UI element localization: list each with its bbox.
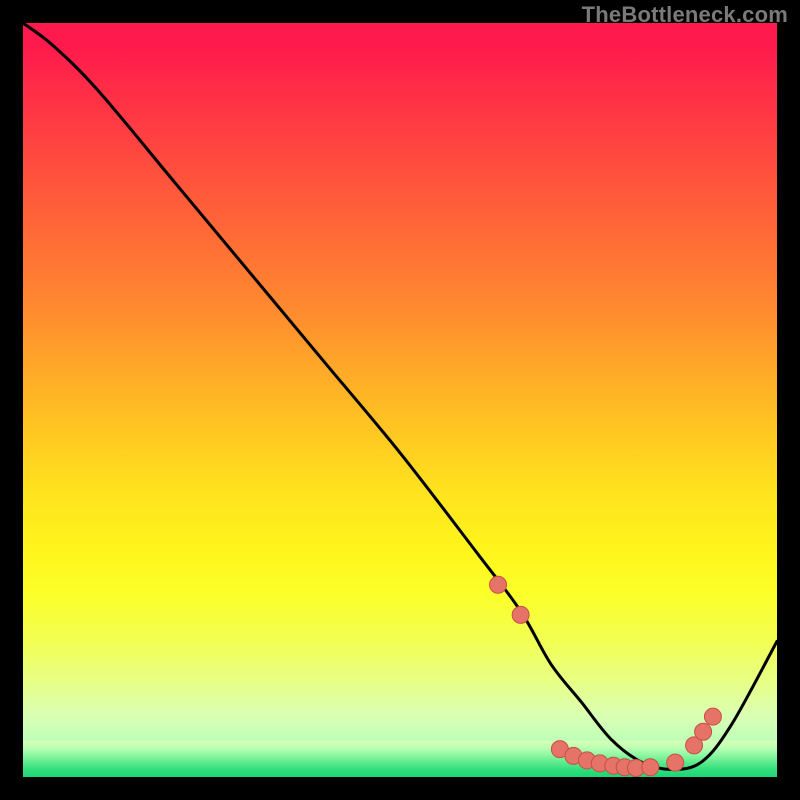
plot-area [23, 23, 777, 777]
highlight-dot [695, 723, 712, 740]
highlight-dot [667, 754, 684, 771]
bottleneck-curve [23, 23, 777, 769]
highlight-dot [490, 576, 507, 593]
highlight-dots [490, 576, 722, 776]
watermark-text: TheBottleneck.com [582, 2, 788, 28]
highlight-dot [704, 708, 721, 725]
chart-stage: TheBottleneck.com [0, 0, 800, 800]
highlight-dot [642, 759, 659, 776]
highlight-dot [512, 606, 529, 623]
curve-layer [23, 23, 777, 777]
